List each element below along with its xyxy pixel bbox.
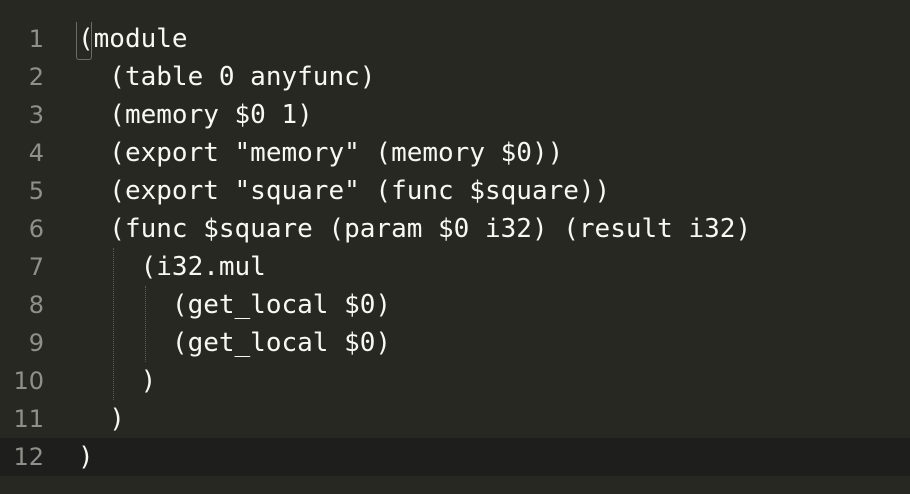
code-line[interactable]: 1 (module	[0, 20, 910, 58]
line-number: 1	[28, 25, 44, 53]
code-editor[interactable]: 1 (module 2 (table 0 anyfunc) 3 (memory …	[0, 0, 910, 494]
line-number: 11	[13, 405, 44, 433]
indent-guide	[113, 248, 114, 400]
line-number: 8	[28, 291, 44, 319]
line-number: 10	[13, 367, 44, 395]
code-line[interactable]: 4 (export "memory" (memory $0))	[0, 134, 910, 172]
line-number: 2	[28, 63, 44, 91]
code-line[interactable]: 5 (export "square" (func $square))	[0, 172, 910, 210]
indent-guide	[145, 286, 146, 362]
code-text: (get_local $0)	[78, 290, 392, 320]
code-text: )	[78, 442, 94, 472]
code-text: (get_local $0)	[78, 328, 392, 358]
code-text: (module	[78, 24, 188, 54]
line-number: 5	[28, 177, 44, 205]
code-line[interactable]: 6 (func $square (param $0 i32) (result i…	[0, 210, 910, 248]
code-line-active[interactable]: 12 )	[0, 438, 910, 476]
code-line[interactable]: 2 (table 0 anyfunc)	[0, 58, 910, 96]
line-number: 4	[28, 139, 44, 167]
code-line[interactable]: 10 )	[0, 362, 910, 400]
code-text: )	[78, 404, 125, 434]
code-text: (memory $0 1)	[78, 100, 313, 130]
line-number: 7	[28, 253, 44, 281]
code-text: )	[78, 366, 157, 396]
code-line[interactable]: 11 )	[0, 400, 910, 438]
code-line[interactable]: 8 (get_local $0)	[0, 286, 910, 324]
code-text: (export "memory" (memory $0))	[78, 138, 564, 168]
code-text: (func $square (param $0 i32) (result i32…	[78, 214, 752, 244]
line-number: 12	[13, 443, 44, 471]
line-number: 3	[28, 101, 44, 129]
line-number: 9	[28, 329, 44, 357]
code-text: (i32.mul	[78, 252, 266, 282]
code-text: (table 0 anyfunc)	[78, 62, 376, 92]
code-text: (export "square" (func $square))	[78, 176, 611, 206]
code-line[interactable]: 3 (memory $0 1)	[0, 96, 910, 134]
code-line[interactable]: 9 (get_local $0)	[0, 324, 910, 362]
line-number: 6	[28, 215, 44, 243]
matching-bracket-highlight	[76, 22, 92, 60]
code-line[interactable]: 7 (i32.mul	[0, 248, 910, 286]
